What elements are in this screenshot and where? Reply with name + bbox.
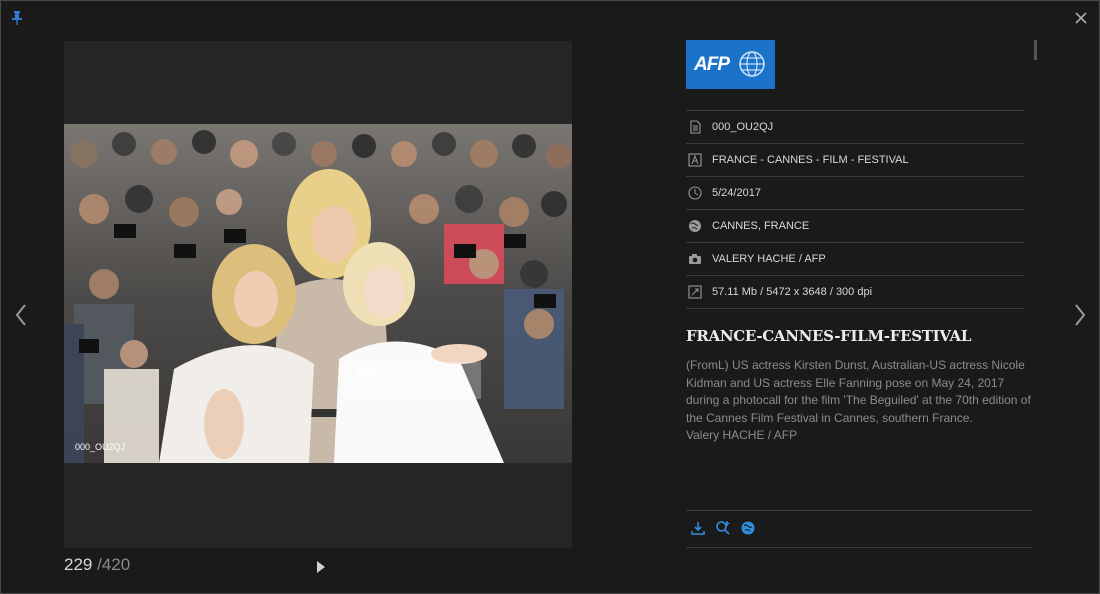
- metadata-row-credit: VALERY HACHE / AFP: [686, 242, 1024, 275]
- metadata-row-size: 57.11 Mb / 5472 x 3648 / 300 dpi: [686, 275, 1024, 309]
- metadata-row-title: FRANCE - CANNES - FILM - FESTIVAL: [686, 143, 1024, 176]
- caption: (FromL) US actress Kirsten Dunst, Austra…: [686, 357, 1031, 445]
- text-icon: [688, 153, 702, 167]
- document-icon: [690, 120, 701, 134]
- photo-image: [64, 124, 572, 463]
- metadata-row-date: 5/24/2017: [686, 176, 1024, 209]
- photo-id-label: 000_OU2QJ: [75, 442, 126, 452]
- watermark-credit: Valery HACHE / AFP: [355, 382, 439, 392]
- chevron-right-icon[interactable]: [1071, 302, 1089, 328]
- download-icon[interactable]: [690, 520, 706, 536]
- scrollbar[interactable]: [1034, 40, 1037, 60]
- caption-credit: Valery HACHE / AFP: [686, 428, 798, 442]
- metadata-value: CANNES, FRANCE: [712, 220, 810, 232]
- camera-icon: [689, 254, 701, 264]
- counter-total: /420: [97, 555, 131, 574]
- play-icon[interactable]: [316, 560, 326, 574]
- zoom-in-icon[interactable]: [715, 520, 731, 536]
- metadata-row-location: CANNES, FRANCE: [686, 209, 1024, 242]
- metadata-value: VALERY HACHE / AFP: [712, 253, 826, 265]
- watermark-box: AFP Valery HACHE / AFP: [347, 362, 481, 399]
- caption-body: (FromL) US actress Kirsten Dunst, Austra…: [686, 358, 1031, 425]
- headline: FRANCE-CANNES-FILM-FESTIVAL: [686, 327, 972, 345]
- counter-current: 229: [64, 555, 93, 574]
- pin-icon[interactable]: [11, 11, 23, 25]
- watermark-logo: AFP: [355, 366, 378, 380]
- metadata-value: FRANCE - CANNES - FILM - FESTIVAL: [712, 154, 909, 166]
- action-bar: [690, 520, 756, 536]
- chevron-left-icon[interactable]: [12, 302, 30, 328]
- metadata-value: 57.11 Mb / 5472 x 3648 / 300 dpi: [712, 286, 873, 298]
- main-photo[interactable]: AFP Valery HACHE / AFP 000_OU2QJ: [64, 124, 572, 463]
- agency-logo: AFP: [686, 40, 775, 89]
- resize-icon: [688, 285, 702, 299]
- metadata-list: 000_OU2QJ FRANCE - CANNES - FILM - FESTI…: [686, 110, 1024, 309]
- metadata-value: 5/24/2017: [712, 187, 761, 199]
- divider: [686, 547, 1032, 548]
- globe-icon: [689, 220, 701, 232]
- close-icon[interactable]: [1074, 11, 1088, 25]
- clock-icon: [688, 186, 702, 200]
- metadata-row-id: 000_OU2QJ: [686, 110, 1024, 143]
- globe-icon[interactable]: [740, 520, 756, 536]
- image-counter: 229 /420: [64, 555, 130, 575]
- agency-logo-text: AFP: [694, 54, 730, 75]
- metadata-value: 000_OU2QJ: [712, 121, 774, 133]
- divider: [686, 510, 1032, 511]
- agency-globe-icon: [739, 51, 765, 77]
